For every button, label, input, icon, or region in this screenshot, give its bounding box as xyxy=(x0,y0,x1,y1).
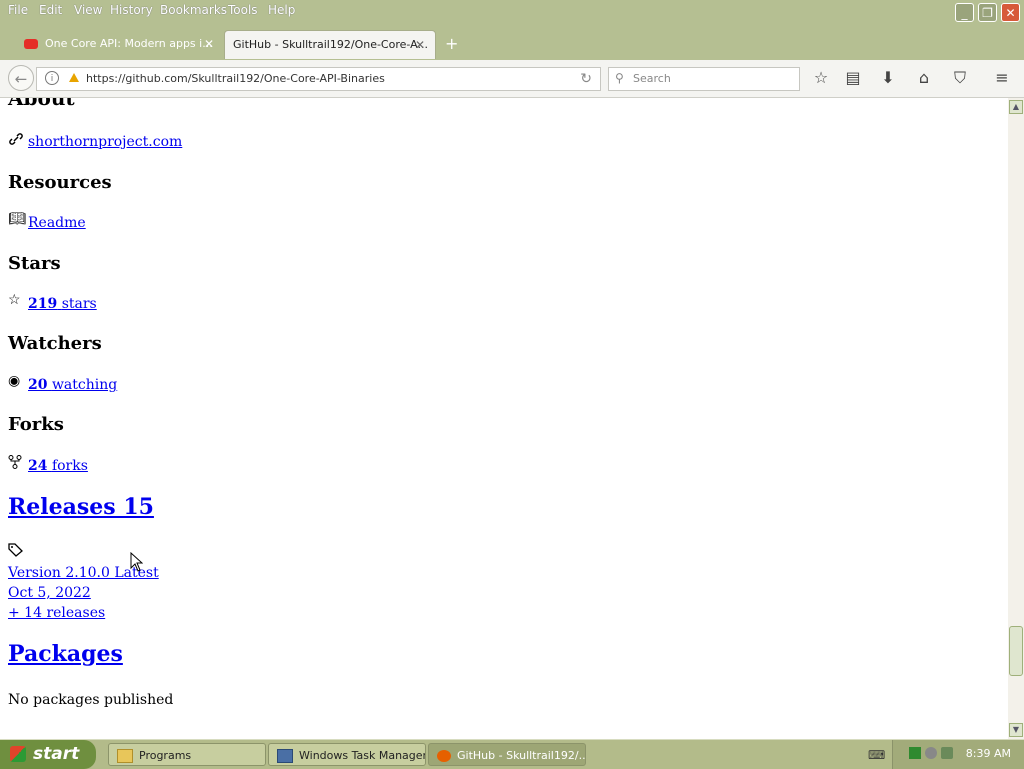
tab-strip: One Core API: Modern apps i... ✕ GitHub … xyxy=(0,28,1024,60)
task-label: Windows Task Manager xyxy=(299,749,426,762)
task-label: GitHub - Skulltrail192/... xyxy=(457,749,586,762)
system-tray: 8:39 AM xyxy=(892,740,1024,769)
reading-list-icon[interactable]: ▤ xyxy=(843,68,863,87)
task-manager-icon xyxy=(277,749,293,763)
pocket-icon[interactable]: ⛉ xyxy=(950,68,970,88)
watchers-link[interactable]: 20 watching xyxy=(28,377,117,393)
tab-youtube[interactable]: One Core API: Modern apps i... ✕ xyxy=(20,30,220,58)
scroll-up-arrow-icon[interactable]: ▲ xyxy=(1009,100,1023,114)
url-text[interactable]: https://github.com/Skulltrail192/One-Cor… xyxy=(86,72,385,85)
tab-label: One Core API: Modern apps i... xyxy=(45,37,213,50)
windows-logo-icon xyxy=(10,746,26,762)
releases-heading[interactable]: Releases 15 xyxy=(8,494,154,520)
taskbar-item-programs[interactable]: Programs xyxy=(108,743,266,766)
scrollbar-thumb[interactable] xyxy=(1009,626,1023,676)
tab-github[interactable]: GitHub - Skulltrail192/One-Core-A... ✕ xyxy=(224,30,436,59)
forks-link[interactable]: 24 forks xyxy=(28,458,88,474)
green-square-icon[interactable] xyxy=(909,747,921,759)
website-link[interactable]: shorthornproject.com xyxy=(28,134,182,150)
fork-icon xyxy=(8,455,22,469)
reload-icon[interactable]: ↻ xyxy=(580,71,592,87)
bookmark-star-icon[interactable]: ☆ xyxy=(811,68,831,87)
close-tab-icon[interactable]: ✕ xyxy=(204,30,214,58)
stars-heading: Stars xyxy=(8,253,61,274)
search-icon: ⚲ xyxy=(615,71,624,85)
menu-history[interactable]: History xyxy=(110,3,153,17)
restore-button[interactable]: ❐ xyxy=(978,3,997,22)
tab-label: GitHub - Skulltrail192/One-Core-A... xyxy=(233,38,428,51)
menu-help[interactable]: Help xyxy=(268,3,295,17)
readme-link[interactable]: Readme xyxy=(28,215,86,231)
title-menu-bar: File Edit View History Bookmarks Tools H… xyxy=(0,0,1024,28)
hamburger-menu-icon[interactable]: ≡ xyxy=(992,68,1012,87)
minimize-button[interactable]: _ xyxy=(955,3,974,22)
forks-count: 24 xyxy=(28,458,48,474)
packages-heading[interactable]: Packages xyxy=(8,641,123,667)
warning-icon xyxy=(69,73,79,82)
close-tab-icon[interactable]: ✕ xyxy=(415,31,425,59)
more-releases-link[interactable]: + 14 releases xyxy=(8,605,105,621)
back-button[interactable]: ← xyxy=(8,65,34,91)
link-icon xyxy=(9,133,23,145)
tag-icon xyxy=(8,543,23,557)
download-icon[interactable]: ⬇ xyxy=(878,68,898,87)
start-label: start xyxy=(33,744,80,764)
folder-icon xyxy=(117,749,133,763)
taskbar-item-firefox[interactable]: GitHub - Skulltrail192/... xyxy=(428,743,586,766)
new-tab-icon[interactable]: + xyxy=(445,34,458,53)
star-icon: ☆ xyxy=(8,292,21,308)
url-bar[interactable]: i https://github.com/Skulltrail192/One-C… xyxy=(36,67,601,91)
menu-file[interactable]: File xyxy=(8,3,28,17)
task-label: Programs xyxy=(139,749,192,762)
forks-label: forks xyxy=(51,458,88,474)
page-content: About shorthornproject.com Resources 📖︎ … xyxy=(0,98,1008,739)
resources-heading: Resources xyxy=(8,172,112,193)
network-icon[interactable] xyxy=(941,747,953,759)
start-button[interactable]: start xyxy=(0,740,96,769)
forks-heading: Forks xyxy=(8,414,64,435)
youtube-icon xyxy=(24,39,38,49)
stars-link[interactable]: 219 stars xyxy=(28,296,97,312)
eye-icon: ◉ xyxy=(8,373,21,389)
clock: 8:39 AM xyxy=(965,747,1011,760)
close-window-button[interactable]: ✕ xyxy=(1001,3,1020,22)
book-icon: 📖︎ xyxy=(8,211,26,227)
menu-view[interactable]: View xyxy=(74,3,102,17)
info-icon[interactable]: i xyxy=(45,71,59,85)
volume-icon[interactable] xyxy=(925,747,937,759)
vertical-scrollbar[interactable]: ▲ ▼ xyxy=(1008,98,1024,739)
home-icon[interactable]: ⌂ xyxy=(914,68,934,87)
packages-text: No packages published xyxy=(8,692,174,708)
scroll-down-arrow-icon[interactable]: ▼ xyxy=(1009,723,1023,737)
navigation-bar: ← i https://github.com/Skulltrail192/One… xyxy=(0,60,1024,98)
watchers-heading: Watchers xyxy=(8,333,102,354)
stars-count: 219 xyxy=(28,296,58,312)
watchers-label: watching xyxy=(51,377,118,393)
menu-bookmarks[interactable]: Bookmarks xyxy=(160,3,227,17)
stars-label: stars xyxy=(61,296,97,312)
firefox-icon xyxy=(437,750,451,762)
mouse-pointer-icon xyxy=(130,552,143,572)
watchers-count: 20 xyxy=(28,377,48,393)
search-input[interactable]: ⚲ Search xyxy=(608,67,800,91)
about-heading: About xyxy=(8,98,75,110)
menu-tools[interactable]: Tools xyxy=(228,3,258,17)
taskbar: start Programs Windows Task Manager GitH… xyxy=(0,739,1024,769)
keyboard-icon[interactable]: ⌨ xyxy=(868,748,885,762)
taskbar-item-task-manager[interactable]: Windows Task Manager xyxy=(268,743,426,766)
search-placeholder: Search xyxy=(633,72,671,85)
release-date[interactable]: Oct 5, 2022 xyxy=(8,585,91,601)
menu-edit[interactable]: Edit xyxy=(39,3,62,17)
